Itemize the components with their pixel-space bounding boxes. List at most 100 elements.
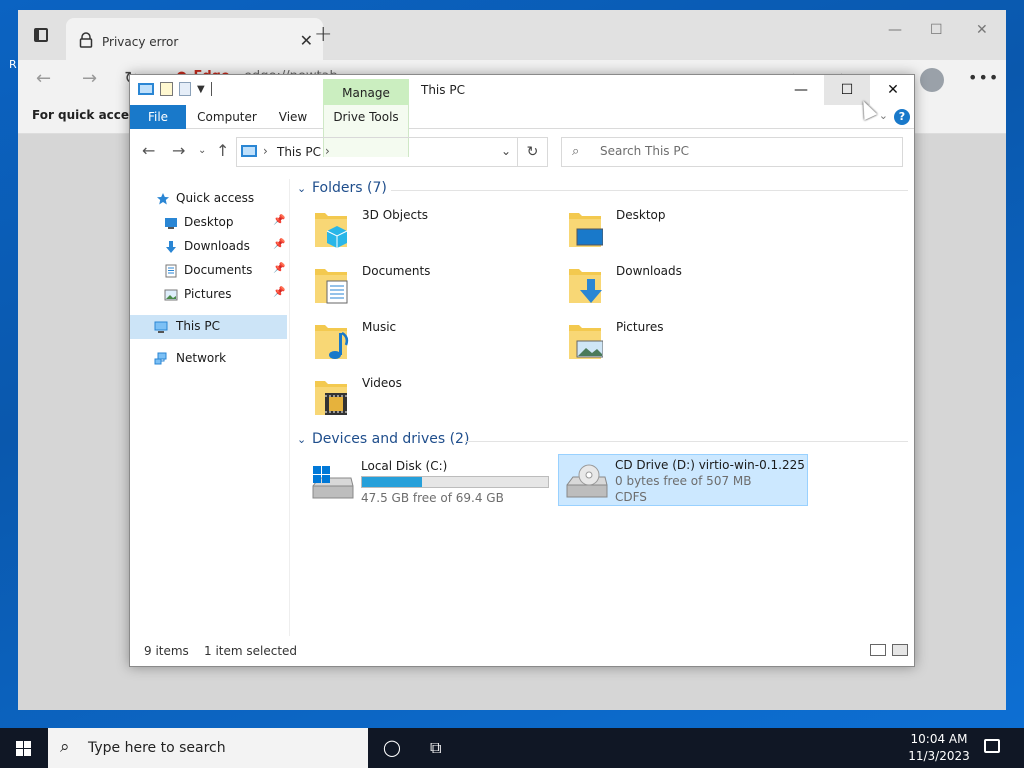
details-view-icon[interactable] [870, 644, 886, 656]
pin-icon[interactable]: 📌 [273, 287, 285, 298]
edge-close-button[interactable]: ✕ [976, 22, 988, 38]
folder-documents[interactable]: Documents [295, 259, 535, 313]
quick-access-toolbar: ▼ [138, 82, 212, 96]
folder-name: Videos [362, 376, 402, 390]
taskbar-search-box[interactable]: ⌕ Type here to search [48, 728, 368, 768]
group-divider [465, 441, 908, 442]
folder-name: Music [362, 320, 397, 334]
drive-usage-bar [361, 476, 549, 488]
folder-name: Downloads [616, 264, 682, 278]
tab-actions-icon[interactable] [34, 28, 48, 42]
videos-folder-icon [315, 381, 347, 415]
group-divider [391, 190, 908, 191]
drive-local-disk-c[interactable]: Local Disk (C:) 47.5 GB free of 69.4 GB [305, 456, 551, 508]
folder-downloads[interactable]: Downloads [549, 259, 789, 313]
expand-ribbon-icon[interactable]: ⌄ [879, 109, 888, 122]
edge-menu-icon[interactable]: ••• [968, 68, 999, 87]
status-selection: 1 item selected [204, 644, 298, 658]
close-button[interactable]: ✕ [870, 75, 916, 105]
windows-logo-pane [16, 749, 23, 756]
search-box[interactable]: ⌕ [561, 137, 903, 167]
document-icon [165, 264, 177, 278]
desktop-folder-icon [569, 213, 603, 247]
pin-icon[interactable]: 📌 [273, 263, 285, 274]
up-icon[interactable]: ↑ [216, 141, 229, 160]
drive-cd-d[interactable]: CD Drive (D:) virtio-win-0.1.225 0 bytes… [558, 454, 808, 506]
customize-toolbar-icon[interactable]: ▼ [197, 84, 205, 95]
privacy-warning-icon [79, 32, 93, 48]
breadcrumb-chevron-icon[interactable]: › [325, 144, 330, 158]
system-clock[interactable]: 10:04 AM 11/3/2023 [904, 731, 974, 765]
task-view-icon[interactable]: ⧉ [430, 738, 441, 758]
pin-icon[interactable]: 📌 [273, 215, 285, 226]
explorer-content: Quick access Desktop 📌 Downloads 📌 Docum… [130, 173, 914, 636]
start-button[interactable] [0, 728, 48, 768]
drive-name: CD Drive (D:) virtio-win-0.1.225 [615, 458, 805, 472]
back-icon[interactable]: ← [142, 141, 155, 160]
edge-tab-close-icon[interactable]: ✕ [300, 31, 313, 50]
large-icons-view-icon[interactable] [892, 644, 908, 656]
status-item-count: 9 items [144, 644, 189, 658]
sidebar-item-quick-access[interactable]: Quick access [130, 187, 287, 211]
edge-tab-privacy-error[interactable]: Privacy error ✕ [66, 18, 323, 60]
recent-locations-icon[interactable]: ⌄ [198, 145, 206, 156]
tab-computer[interactable]: Computer [192, 105, 262, 129]
sidebar-item-label: This PC [176, 319, 220, 333]
properties-icon[interactable] [160, 82, 173, 96]
sidebar-item-documents[interactable]: Documents 📌 [130, 259, 287, 283]
tab-manage[interactable]: Manage [323, 79, 409, 105]
sidebar-item-desktop[interactable]: Desktop 📌 [130, 211, 287, 235]
sidebar-item-pictures[interactable]: Pictures 📌 [130, 283, 287, 307]
new-folder-icon[interactable] [179, 82, 191, 96]
folders-group-title: Folders (7) [312, 180, 387, 196]
windows-logo-icon [16, 741, 23, 748]
sidebar-item-downloads[interactable]: Downloads 📌 [130, 235, 287, 259]
collapse-chevron-icon[interactable]: ⌄ [297, 433, 306, 446]
pin-icon[interactable]: 📌 [273, 239, 285, 250]
pictures-folder-icon [569, 325, 603, 359]
search-icon: ⌕ [572, 144, 580, 159]
ribbon-tabs: File Computer View Drive Tools ⌄ ? [130, 105, 914, 157]
cortana-icon[interactable]: ◯ [383, 738, 401, 757]
edge-maximize-button[interactable]: ☐ [930, 22, 943, 38]
edge-forward-icon[interactable]: → [82, 68, 97, 89]
refresh-icon[interactable]: ↻ [517, 138, 547, 166]
folders-group-header[interactable]: ⌄ Folders (7) [295, 179, 908, 201]
search-input[interactable] [600, 144, 890, 158]
taskbar-search-placeholder: Type here to search [88, 740, 226, 756]
edge-tab-title: Privacy error [102, 35, 179, 49]
sidebar-item-label: Desktop [184, 215, 234, 229]
taskbar: ⌕ Type here to search ◯ ⧉ 10:04 AM 11/3/… [0, 728, 1024, 768]
edge-minimize-button[interactable]: — [888, 22, 902, 38]
help-icon[interactable]: ? [894, 109, 910, 125]
address-dropdown-icon[interactable]: ⌄ [501, 144, 511, 158]
documents-folder-icon [315, 269, 348, 304]
computer-icon [154, 321, 168, 333]
this-pc-app-icon [138, 83, 154, 95]
sidebar-item-network[interactable]: Network [130, 347, 287, 371]
breadcrumb-this-pc[interactable]: This PC [277, 145, 321, 159]
folder-name: 3D Objects [362, 208, 429, 222]
tab-view[interactable]: View [270, 105, 316, 129]
sidebar-item-label: Quick access [176, 191, 255, 205]
folder-desktop[interactable]: Desktop [549, 203, 789, 257]
folder-3d-objects[interactable]: 3D Objects [295, 203, 535, 257]
folder-music[interactable]: Music [295, 315, 535, 369]
breadcrumb-separator: › [263, 144, 268, 158]
profile-avatar[interactable] [920, 68, 944, 92]
music-folder-icon [315, 325, 349, 359]
forward-icon[interactable]: → [172, 141, 185, 160]
minimize-button[interactable]: — [778, 75, 824, 105]
sidebar-item-this-pc[interactable]: This PC [130, 315, 287, 339]
notification-center-icon[interactable] [984, 739, 1000, 753]
edge-new-tab-button[interactable]: + [314, 22, 332, 47]
drive-free-space: 0 bytes free of 507 MB [615, 474, 752, 488]
folder-videos[interactable]: Videos [295, 371, 535, 425]
windows-logo-pane [24, 741, 31, 748]
address-bar[interactable]: › This PC › ⌄ ↻ [236, 137, 548, 167]
edge-back-icon[interactable]: ← [36, 68, 51, 89]
tab-file[interactable]: File [130, 105, 186, 129]
collapse-chevron-icon[interactable]: ⌄ [297, 182, 306, 195]
devices-group-header[interactable]: ⌄ Devices and drives (2) [295, 430, 908, 452]
folder-pictures[interactable]: Pictures [549, 315, 789, 369]
